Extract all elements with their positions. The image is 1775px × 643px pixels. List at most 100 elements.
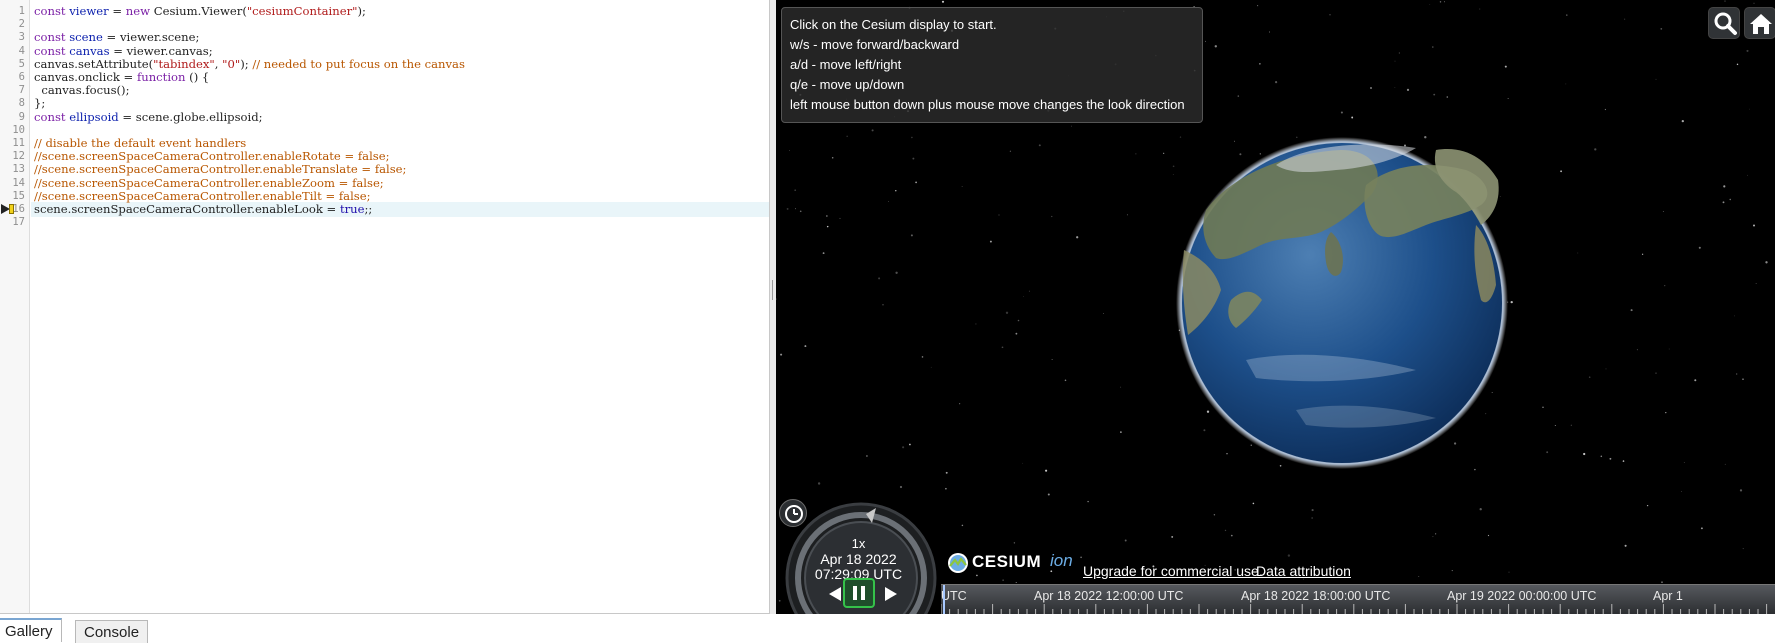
timeline[interactable]: UTC Apr 18 2022 12:00:00 UTC Apr 18 2022… — [941, 584, 1775, 614]
star — [1630, 309, 1633, 312]
star — [1287, 554, 1291, 557]
breakpoint-marker-icon — [9, 204, 14, 214]
star — [895, 271, 898, 274]
code-token: const — [34, 30, 70, 45]
code-line[interactable]: const ellipsoid = scene.globe.ellipsoid; — [34, 110, 263, 125]
star — [822, 252, 825, 255]
tab-console[interactable]: Console — [75, 620, 149, 643]
code-editor[interactable]: 1 2 3 4 5 6 7 8 9 10 11 12 13 14 15 16 17 const viewer =… — [0, 0, 770, 614]
code-token: () { — [185, 70, 210, 84]
star — [1023, 296, 1025, 297]
star — [1742, 548, 1744, 550]
star — [799, 210, 802, 213]
star — [831, 156, 834, 159]
star — [1226, 453, 1228, 455]
star — [1700, 527, 1703, 530]
cesium-viewer[interactable]: Click on the Cesium display to start. w/… — [776, 0, 1775, 614]
star — [1252, 502, 1255, 505]
star — [1022, 462, 1024, 464]
star — [1432, 536, 1434, 538]
star — [1724, 0, 1726, 2]
play-forward-icon — [885, 587, 897, 601]
animation-speed: 1x — [851, 536, 866, 551]
star — [945, 471, 948, 474]
animation-widget[interactable]: 1x Apr 18 2022 07:29:09 UTC — [776, 496, 941, 614]
timeline-label: Apr 18 2022 18:00:00 UTC — [1241, 589, 1391, 603]
star — [1051, 358, 1053, 360]
code-token: canvas.setAttribute( — [34, 56, 154, 71]
star — [1453, 442, 1457, 445]
realtime-clock-button[interactable] — [779, 499, 807, 527]
star — [899, 485, 903, 489]
star — [1311, 509, 1314, 512]
code-line[interactable]: canvas.focus(); — [34, 83, 129, 98]
tab-gallery[interactable]: Gallery — [0, 618, 62, 642]
star — [1753, 224, 1755, 227]
star — [961, 524, 964, 527]
star — [1655, 78, 1657, 80]
animation-date: Apr 18 2022 — [820, 551, 897, 567]
geocoder-search-button[interactable] — [1708, 7, 1740, 39]
star — [1594, 148, 1597, 151]
star — [1566, 14, 1568, 16]
pause-button[interactable] — [843, 578, 875, 608]
star — [1340, 111, 1343, 114]
star — [1404, 144, 1406, 147]
home-button[interactable] — [1744, 7, 1775, 39]
code-line[interactable]: scene.screenSpaceCameraController.enable… — [34, 202, 372, 217]
star — [1507, 97, 1509, 99]
star — [1588, 376, 1591, 378]
code-line[interactable]: const viewer = new Cesium.Viewer("cesium… — [34, 4, 366, 19]
star — [1064, 379, 1067, 382]
star — [1681, 119, 1684, 123]
star — [1394, 87, 1396, 88]
upgrade-commercial-link[interactable]: Upgrade for commercial use. — [1083, 563, 1263, 579]
star — [1172, 165, 1175, 168]
code-token: //scene.screenSpaceCameraController.enab… — [34, 175, 384, 190]
splitter-grip[interactable] — [772, 280, 773, 300]
star — [1661, 581, 1663, 583]
star — [975, 323, 977, 325]
star — [1311, 517, 1313, 519]
code-token: viewer — [69, 4, 109, 18]
star — [1487, 534, 1490, 537]
star — [911, 136, 913, 139]
star — [1406, 88, 1410, 92]
code-token: = viewer.scene; — [102, 30, 200, 45]
instruction-line: a/d - move left/right — [790, 57, 902, 72]
star — [1546, 451, 1549, 454]
code-token: const — [34, 43, 70, 58]
pause-icon — [853, 586, 865, 600]
star — [1609, 457, 1612, 460]
star — [1076, 236, 1079, 239]
code-token: scene.screenSpaceCameraController.enable… — [34, 202, 340, 216]
star — [1237, 95, 1240, 97]
star — [1433, 93, 1436, 96]
code-token: function — [136, 70, 186, 84]
star — [871, 129, 874, 132]
star — [1491, 391, 1493, 394]
cesium-logo-text: CESIUM — [972, 552, 1042, 571]
timeline-needle[interactable] — [943, 585, 945, 614]
star — [1444, 1, 1445, 3]
star — [1504, 65, 1507, 68]
star — [794, 189, 797, 192]
star — [912, 157, 915, 160]
code-token: true — [339, 202, 365, 216]
star — [846, 135, 848, 137]
star — [1206, 410, 1210, 413]
star — [1723, 185, 1726, 188]
star — [865, 455, 868, 457]
data-attribution-link[interactable]: Data attribution — [1256, 563, 1351, 579]
cesium-ion-logo[interactable]: CESIUM ion — [946, 550, 1076, 576]
code-token: = — [108, 4, 126, 18]
play-forward-button[interactable] — [877, 581, 905, 607]
home-icon — [1750, 14, 1772, 34]
star — [1485, 413, 1487, 415]
star — [1124, 539, 1127, 542]
star — [1163, 152, 1165, 154]
star — [1120, 431, 1122, 433]
star — [1418, 576, 1420, 577]
star — [1070, 125, 1072, 127]
star — [1126, 214, 1128, 216]
